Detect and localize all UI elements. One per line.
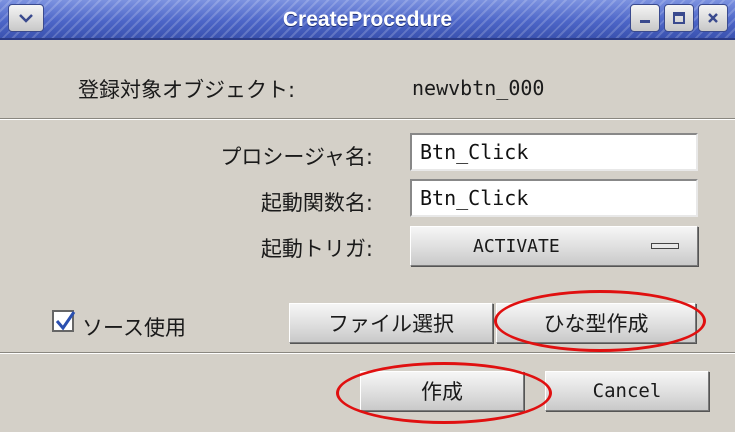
- use-source-label: ソース使用: [82, 316, 186, 340]
- start-function-label: 起動関数名:: [260, 191, 373, 215]
- divider: [0, 352, 735, 354]
- use-source-checkbox[interactable]: [52, 310, 76, 332]
- maximize-button[interactable]: [664, 4, 694, 32]
- target-object-value: newvbtn_000: [412, 76, 545, 100]
- start-trigger-label: 起動トリガ:: [260, 237, 373, 261]
- minimize-icon: [640, 20, 650, 23]
- procedure-name-input[interactable]: [410, 133, 698, 171]
- close-icon: [708, 13, 718, 23]
- start-function-input[interactable]: [410, 179, 698, 217]
- window-title: CreateProcedure: [282, 8, 453, 31]
- title-bar[interactable]: CreateProcedure: [0, 0, 735, 40]
- cancel-button[interactable]: Cancel: [545, 371, 709, 411]
- select-file-button[interactable]: ファイル選択: [289, 303, 493, 343]
- procedure-name-label: プロシージャ名:: [220, 145, 373, 169]
- divider: [0, 118, 735, 120]
- create-template-button[interactable]: ひな型作成: [496, 303, 696, 343]
- create-procedure-dialog: CreateProcedure 登録対象オブジェクト: newvbtn_000 …: [0, 0, 735, 432]
- checkmark-icon: [55, 311, 76, 331]
- close-button[interactable]: [698, 4, 728, 32]
- start-trigger-select[interactable]: ACTIVATE: [410, 226, 698, 266]
- maximize-icon: [673, 12, 685, 24]
- minimize-button[interactable]: [630, 4, 660, 32]
- target-object-label: 登録対象オブジェクト:: [78, 78, 296, 102]
- start-trigger-value: ACTIVATE: [473, 235, 560, 257]
- window-menu-button[interactable]: [8, 4, 44, 32]
- option-menu-indicator-icon: [651, 243, 679, 249]
- chevron-down-icon: [19, 14, 33, 23]
- create-button[interactable]: 作成: [360, 371, 524, 411]
